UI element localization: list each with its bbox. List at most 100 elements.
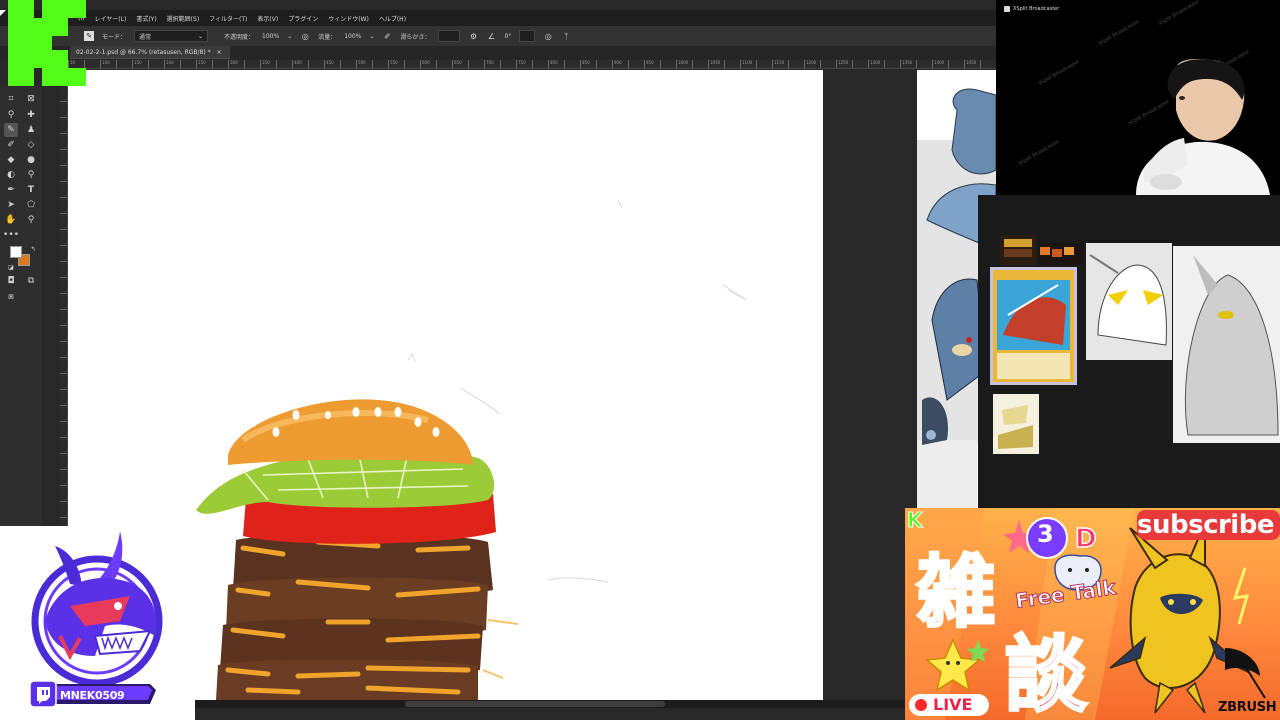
reference-gallery <box>978 195 1280 510</box>
ruler-label: 350 <box>262 60 270 65</box>
mode-value: 通常 <box>139 33 152 41</box>
ruler-label: 1400 <box>934 60 945 65</box>
quick-mask-icon[interactable]: ◘ <box>4 274 18 288</box>
angle-input[interactable] <box>519 30 536 42</box>
ruler-label: 150 <box>134 60 142 65</box>
chevron-down-icon: ⌄ <box>197 32 204 40</box>
symmetry-icon[interactable]: ᛉ <box>561 31 571 41</box>
menu-item-select[interactable]: 選択範囲(S) <box>167 14 200 23</box>
document-tab[interactable]: 02-02-2-1.psd @ 66.7% (retasusen, RGB/8)… <box>70 46 230 59</box>
angle-field[interactable]: 0° <box>504 33 511 40</box>
thumbnail-kanji-dan: 談 <box>1003 627 1088 720</box>
screen-mode-icon[interactable]: ⧉ <box>24 274 38 288</box>
pen-icon[interactable]: ✒ <box>4 183 18 197</box>
bucket-icon[interactable]: ◆ <box>4 153 18 167</box>
more-tools-icon[interactable]: ••• <box>3 228 19 242</box>
ruler-label: 1350 <box>902 60 913 65</box>
ruler-label: 1300 <box>870 60 881 65</box>
flow-field[interactable]: 100% <box>344 33 361 40</box>
ruler-label: 500 <box>358 60 366 65</box>
ruler-label: 850 <box>582 60 590 65</box>
default-colors-icon[interactable]: ◪ <box>4 260 18 274</box>
scrollbar-thumb[interactable] <box>405 701 665 707</box>
menu-bar: (I) レイヤー(L) 書式(Y) 選択範囲(S) フィルター(T) 表示(V)… <box>0 10 996 26</box>
ruler-label: 300 <box>230 60 238 65</box>
ruler-label: 400 <box>294 60 302 65</box>
menu-item-type[interactable]: 書式(Y) <box>136 14 156 23</box>
ruler-label: 600 <box>422 60 430 65</box>
path-select-icon[interactable]: ➤ <box>4 198 18 212</box>
ruler-label: 700 <box>486 60 494 65</box>
horizontal-scrollbar[interactable] <box>195 700 905 708</box>
chevron-down-icon[interactable]: ⌄ <box>287 33 292 40</box>
stamp-icon[interactable]: ♟ <box>24 123 38 137</box>
ruler-label: 750 <box>518 60 526 65</box>
ruler-label: 900 <box>614 60 622 65</box>
eyedropper-icon[interactable]: ⚲ <box>4 108 18 122</box>
healing-icon[interactable]: ✚ <box>24 108 38 122</box>
airbrush-icon[interactable]: ✐ <box>382 31 392 41</box>
angle-icon: ∠ <box>487 31 496 41</box>
menu-item-view[interactable]: 表示(V) <box>257 14 278 23</box>
thumbnail-kick-badge: K <box>907 508 923 533</box>
ruler-label: 1200 <box>806 60 817 65</box>
thumbnail-kanji-zatsu: 雑 <box>915 547 996 640</box>
menu-item-layer[interactable]: レイヤー(L) <box>94 14 126 23</box>
cursor-icon <box>0 10 6 16</box>
crop-icon[interactable]: ⌗ <box>4 92 18 106</box>
ruler-labels: 50 100 150 200 250 300 350 400 450 500 550 600 650 70… <box>68 60 996 69</box>
zoom-icon[interactable]: ⚲ <box>24 213 38 227</box>
ruler-label: 1000 <box>678 60 689 65</box>
swap-colors-icon[interactable]: ↰ <box>26 242 40 256</box>
brush-icon[interactable]: ✎ <box>4 123 18 137</box>
ruler-label: 200 <box>166 60 174 65</box>
chevron-down-icon[interactable]: ⌄ <box>369 33 374 40</box>
menu-item-window[interactable]: ウィンドウ(W) <box>328 14 369 23</box>
ruler-label: 550 <box>390 60 398 65</box>
sponge-icon[interactable]: ⚲ <box>24 168 38 182</box>
kick-logo-icon <box>8 0 86 86</box>
ruler-label: 1150 <box>774 60 785 65</box>
hand-icon[interactable]: ✋ <box>4 213 18 227</box>
mode-select[interactable]: 通常 ⌄ <box>134 30 209 42</box>
dodge-icon[interactable]: ◐ <box>4 168 18 182</box>
ruler-label: 1100 <box>742 60 753 65</box>
vertical-ruler <box>60 69 68 529</box>
ruler-label: 1450 <box>966 60 977 65</box>
history-brush-icon[interactable]: ✐ <box>4 138 18 152</box>
streamer-webcam <box>1136 59 1270 195</box>
flow-label: 流量： <box>318 33 337 41</box>
pressure-opacity-icon[interactable]: ◎ <box>300 31 310 41</box>
document-title: 02-02-2-1.psd @ 66.7% (retasusen, RGB/8)… <box>76 48 211 56</box>
twitch-username: MNEK0509 <box>60 689 125 702</box>
gear-icon[interactable]: ⚙ <box>468 31 478 41</box>
frame-icon[interactable]: ⊠ <box>24 92 38 106</box>
foreground-color-swatch[interactable] <box>10 246 22 258</box>
opacity-field[interactable]: 100% <box>262 33 279 40</box>
menu-item-filter[interactable]: フィルター(T) <box>209 14 247 23</box>
shape-icon[interactable]: ⬠ <box>24 198 38 212</box>
type-icon[interactable]: T <box>24 183 38 197</box>
thumbnail-d: D <box>1074 523 1097 555</box>
ruler-label: 450 <box>326 60 334 65</box>
ruler-label: 100 <box>102 60 110 65</box>
blur-icon[interactable]: ● <box>24 153 38 167</box>
smoothing-field[interactable] <box>438 30 461 42</box>
zbrush-logo-text: ZBRUSH <box>1218 700 1277 715</box>
kick-logo <box>0 0 86 86</box>
extras-icon[interactable]: ⧆ <box>4 290 18 304</box>
menu-item-help[interactable]: ヘルプ(H) <box>379 14 406 23</box>
ruler-label: 800 <box>550 60 558 65</box>
menu-item-plugins[interactable]: プラグイン <box>288 14 318 23</box>
webcam-overlay: XSplit Broadcaster XSplit Broadcaster XS… <box>996 0 1280 195</box>
mode-label: モード： <box>102 33 127 41</box>
thumbnail-subscribe: subscribe <box>1137 510 1274 540</box>
close-icon[interactable]: × <box>217 49 222 56</box>
smoothing-label: 滑らかさ： <box>400 33 431 41</box>
eraser-icon[interactable]: ◇ <box>24 138 38 152</box>
ruler-label: 1050 <box>710 60 721 65</box>
pressure-size-icon[interactable]: ◎ <box>543 31 553 41</box>
ruler-label: 1250 <box>838 60 849 65</box>
opacity-label: 不透明度： <box>224 33 255 41</box>
stream-thumbnail: K 3 D subscribe 雑 Free Talk 談 LIVE ZBRUS… <box>905 508 1280 720</box>
